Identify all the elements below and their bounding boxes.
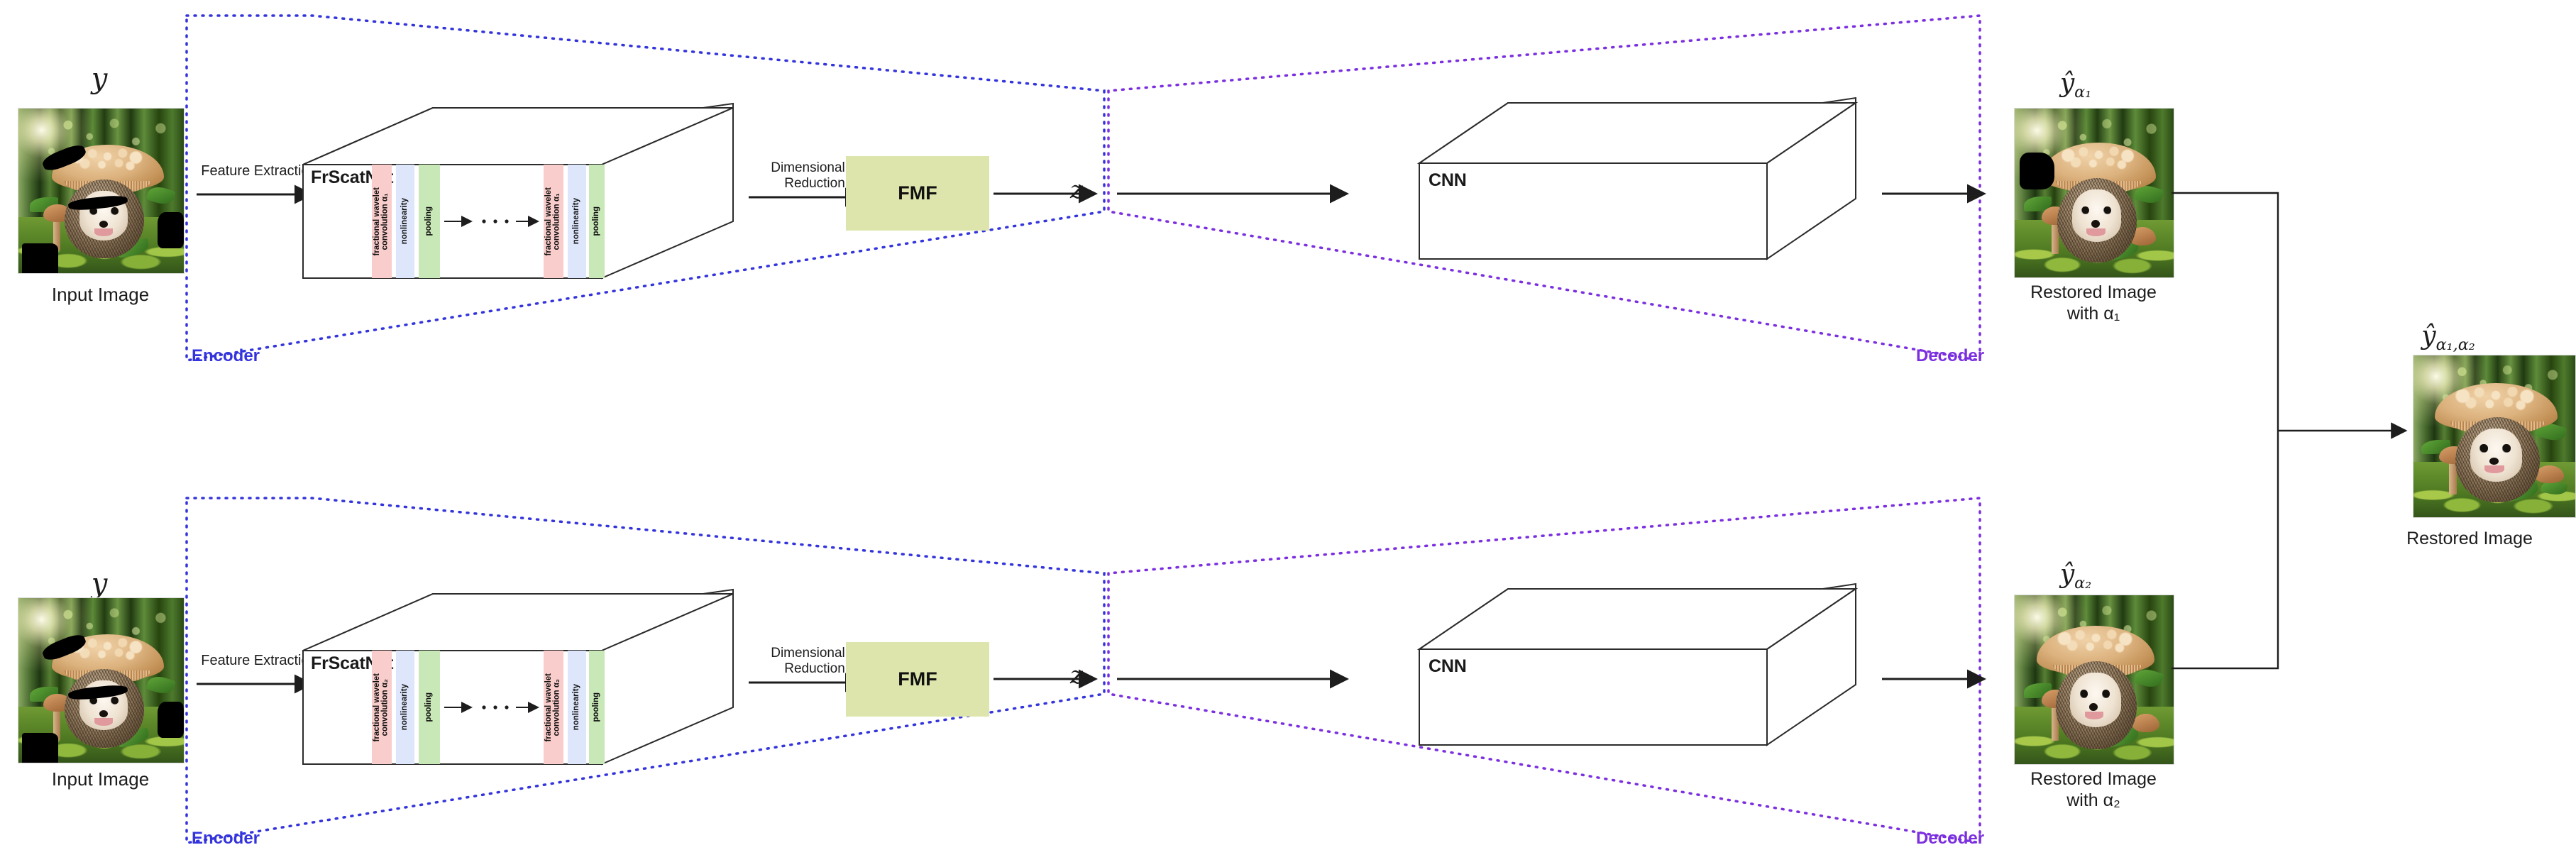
output-symbol-base: ŷ bbox=[2059, 560, 2075, 589]
frscatnet-ellipsis-bottom bbox=[444, 702, 539, 713]
band-pooling-1-top: pooling bbox=[419, 165, 440, 278]
input-image-top bbox=[18, 108, 185, 274]
latent-symbol-bottom: z bbox=[1070, 661, 1083, 690]
input-caption-bottom: Input Image bbox=[51, 768, 150, 790]
output-symbol-sub: α₁ bbox=[2074, 83, 2092, 102]
band-label: nonlinearity bbox=[572, 684, 581, 731]
band-pooling-1-bottom: pooling bbox=[419, 651, 440, 764]
input-symbol-top: y bbox=[91, 62, 108, 95]
input-image-bottom bbox=[18, 597, 185, 763]
band-nonlinearity-1-bottom: nonlinearity bbox=[396, 651, 414, 764]
output-symbol-bottom: ŷα₂ bbox=[1994, 559, 2157, 592]
decoder-label-bottom: Decoder bbox=[1916, 829, 1985, 848]
restored-image-alpha2 bbox=[2014, 595, 2174, 765]
occlusion-mask bbox=[21, 733, 58, 763]
latent-symbol-top: z bbox=[1070, 176, 1083, 204]
latent-to-cnn-arrow-top bbox=[1117, 184, 1349, 204]
occlusion-mask bbox=[157, 702, 184, 739]
band-label: fractional wavelet convolution α₂ bbox=[373, 673, 390, 742]
final-output-symbol-sub: α₁,α₂ bbox=[2435, 336, 2475, 355]
final-output-symbol: ŷα₁,α₂ bbox=[2342, 321, 2555, 354]
output-caption-bottom: Restored Image with α₂ bbox=[1980, 769, 2207, 811]
cnn-to-output-arrow-bottom bbox=[1882, 669, 1986, 689]
cnn-box-top: CNN bbox=[1409, 85, 1859, 284]
cnn-box-bottom: CNN bbox=[1409, 571, 1859, 770]
restored-image-alpha1 bbox=[2014, 108, 2174, 278]
cnn-title-bottom: CNN bbox=[1429, 656, 1467, 676]
band-label: fractional wavelet convolution α₁ bbox=[373, 187, 390, 256]
latent-to-cnn-arrow-bottom bbox=[1117, 669, 1349, 689]
output-caption-line2: with α₂ bbox=[2066, 790, 2120, 810]
band-nonlinearity-2-bottom: nonlinearity bbox=[568, 651, 586, 764]
band-frac-conv-1-top: fractional wavelet convolution α₁ bbox=[372, 165, 392, 278]
fmf-label: FMF bbox=[898, 182, 937, 204]
band-label: nonlinearity bbox=[400, 684, 409, 731]
residual-occlusion bbox=[2019, 152, 2054, 190]
band-label: fractional wavelet convolution α₁ bbox=[544, 187, 561, 256]
fmf-box-top: FMF bbox=[846, 156, 989, 231]
input-symbol-bottom: y bbox=[91, 568, 108, 600]
band-label: pooling bbox=[424, 206, 434, 236]
final-output-caption: Restored Image bbox=[2406, 529, 2533, 548]
band-frac-conv-1-bottom: fractional wavelet convolution α₂ bbox=[372, 651, 392, 764]
encoder-label-bottom: Encoder bbox=[192, 829, 260, 848]
fmf-label: FMF bbox=[898, 668, 937, 690]
band-nonlinearity-2-top: nonlinearity bbox=[568, 165, 586, 278]
band-pooling-2-bottom: pooling bbox=[589, 651, 605, 764]
frscatnet-box-top: FrScatNet fractional wavelet convolution… bbox=[298, 99, 738, 284]
output-symbol-top: ŷα₁ bbox=[1994, 68, 2157, 101]
encoder-label-top: Encoder bbox=[192, 346, 260, 365]
band-label: nonlinearity bbox=[400, 198, 409, 245]
output-symbol-sub: α₂ bbox=[2074, 574, 2092, 593]
band-label: pooling bbox=[592, 692, 601, 722]
fmf-to-latent-arrow-top bbox=[993, 184, 1098, 204]
output-caption-line1: Restored Image bbox=[2030, 769, 2157, 789]
band-nonlinearity-1-top: nonlinearity bbox=[396, 165, 414, 278]
decoder-label-top: Decoder bbox=[1916, 346, 1985, 365]
frscatnet-ellipsis-top bbox=[444, 216, 539, 227]
band-label: nonlinearity bbox=[572, 198, 581, 245]
fmf-box-bottom: FMF bbox=[846, 642, 989, 717]
cnn-to-output-arrow-top bbox=[1882, 184, 1986, 204]
final-output-symbol-base: ŷ bbox=[2421, 321, 2436, 350]
occlusion-mask bbox=[157, 212, 184, 249]
band-pooling-2-top: pooling bbox=[589, 165, 605, 278]
band-frac-conv-2-bottom: fractional wavelet convolution α₂ bbox=[544, 651, 563, 764]
band-label: pooling bbox=[424, 692, 434, 722]
occlusion-mask bbox=[21, 243, 58, 273]
band-frac-conv-2-top: fractional wavelet convolution α₁ bbox=[544, 165, 563, 278]
band-label: fractional wavelet convolution α₂ bbox=[544, 673, 561, 742]
final-restored-image bbox=[2413, 355, 2576, 518]
band-label: pooling bbox=[592, 206, 601, 236]
input-caption-top: Input Image bbox=[51, 284, 150, 305]
output-symbol-base: ŷ bbox=[2059, 69, 2075, 98]
cnn-title-top: CNN bbox=[1429, 170, 1467, 190]
frscatnet-box-bottom: FrScatNet fractional wavelet convolution… bbox=[298, 585, 738, 770]
fmf-to-latent-arrow-bottom bbox=[993, 669, 1098, 689]
